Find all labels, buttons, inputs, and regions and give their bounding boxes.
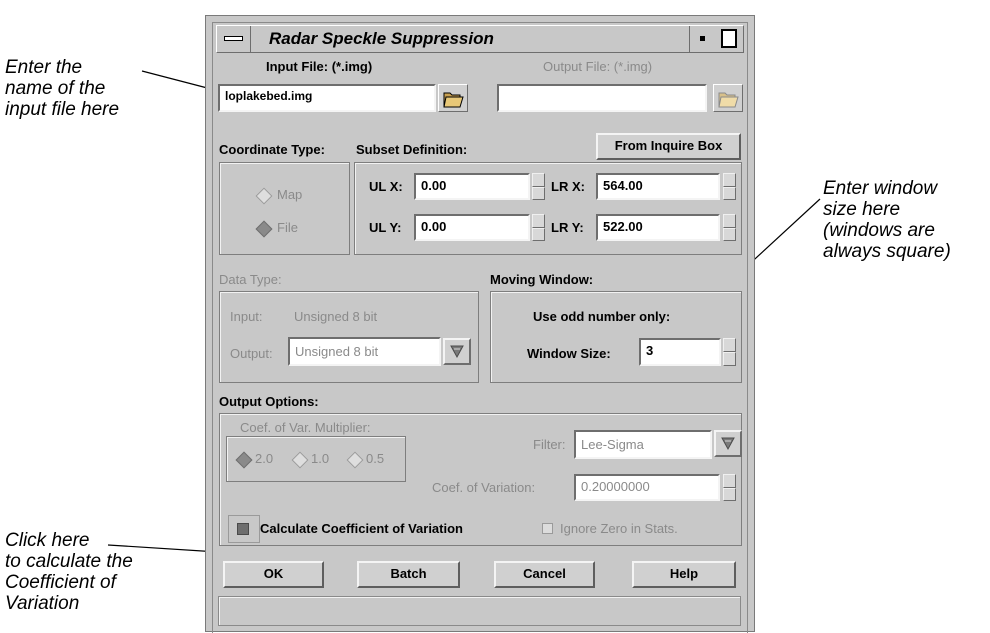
ulx-label: UL X: — [369, 179, 403, 194]
filter-label: Filter: — [533, 437, 566, 452]
coef-multiplier-label: Coef. of Var. Multiplier: — [240, 420, 371, 435]
batch-button[interactable]: Batch — [357, 561, 460, 588]
help-button[interactable]: Help — [632, 561, 736, 588]
coordinate-type-group — [219, 162, 350, 255]
moving-window-group — [490, 291, 742, 383]
from-inquire-box-button[interactable]: From Inquire Box — [596, 133, 741, 160]
chevron-down-icon — [721, 437, 735, 451]
uly-label: UL Y: — [369, 220, 402, 235]
maximize-icon — [721, 29, 737, 48]
coef-variation-spinner[interactable] — [723, 474, 736, 501]
uly-spinner[interactable] — [532, 214, 545, 241]
radio-file-label: File — [277, 220, 298, 235]
filter-field[interactable]: Lee-Sigma — [574, 430, 712, 459]
moving-window-note: Use odd number only: — [533, 309, 671, 324]
coef-variation-field[interactable]: 0.20000000 — [574, 474, 720, 501]
calculate-coef-variation-label: Calculate Coefficient of Variation — [260, 521, 463, 536]
ignore-zero-checkbox[interactable] — [542, 523, 553, 534]
folder-open-icon — [443, 92, 464, 108]
window-size-spinner[interactable] — [723, 338, 736, 366]
folder-open-icon — [718, 92, 739, 108]
filter-dropdown[interactable] — [714, 430, 742, 457]
output-options-label: Output Options: — [219, 394, 319, 409]
cancel-button[interactable]: Cancel — [494, 561, 595, 588]
subset-definition-label: Subset Definition: — [356, 142, 468, 157]
radio-map-label: Map — [277, 187, 303, 202]
moving-window-label: Moving Window: — [490, 272, 594, 287]
output-file-label: Output File: (*.img) — [543, 59, 653, 74]
data-type-output-dropdown[interactable] — [443, 338, 471, 365]
ignore-zero-label: Ignore Zero in Stats. — [560, 521, 678, 536]
window-size-label: Window Size: — [527, 346, 611, 361]
window-menu-button[interactable] — [217, 26, 251, 52]
status-bar — [218, 596, 741, 626]
checkbox-mark — [237, 523, 249, 535]
dialog-window: Radar Speckle Suppression Input File: (*… — [205, 15, 755, 633]
data-type-input-value: Unsigned 8 bit — [294, 309, 378, 324]
lry-spinner[interactable] — [723, 214, 736, 241]
output-file-browse-button[interactable] — [713, 84, 743, 112]
lrx-spinner[interactable] — [723, 173, 736, 200]
radio-mult-2-0-label: 2.0 — [255, 451, 274, 466]
input-file-label: Input File: (*.img) — [266, 59, 373, 74]
calculate-coef-variation-checkbox[interactable] — [228, 515, 260, 543]
input-file-field[interactable]: loplakebed.img — [218, 84, 436, 112]
data-type-output-field[interactable]: Unsigned 8 bit — [288, 337, 441, 366]
coordinate-type-label: Coordinate Type: — [219, 142, 325, 157]
lry-field[interactable]: 522.00 — [596, 214, 720, 241]
data-type-input-label: Input: — [230, 309, 263, 324]
ulx-spinner[interactable] — [532, 173, 545, 200]
ok-button[interactable]: OK — [223, 561, 324, 588]
radio-mult-1-0-label: 1.0 — [311, 451, 330, 466]
maximize-button[interactable] — [716, 26, 743, 52]
chevron-down-icon — [450, 345, 464, 359]
uly-field[interactable]: 0.00 — [414, 214, 530, 241]
data-type-label: Data Type: — [219, 272, 282, 287]
title-bar[interactable]: Radar Speckle Suppression — [216, 25, 744, 53]
coef-variation-label: Coef. of Variation: — [432, 480, 536, 495]
window-size-field[interactable]: 3 — [639, 338, 721, 366]
ulx-field[interactable]: 0.00 — [414, 173, 530, 200]
minimize-icon — [700, 36, 705, 41]
lrx-label: LR X: — [551, 179, 585, 194]
lry-label: LR Y: — [551, 220, 584, 235]
input-file-browse-button[interactable] — [438, 84, 468, 112]
minimize-button[interactable] — [689, 26, 715, 52]
window-title: Radar Speckle Suppression — [269, 29, 494, 48]
lrx-field[interactable]: 564.00 — [596, 173, 720, 200]
output-file-field[interactable] — [497, 84, 707, 112]
window-menu-icon — [224, 36, 243, 41]
radio-mult-0-5-label: 0.5 — [366, 451, 385, 466]
data-type-output-label: Output: — [230, 346, 273, 361]
